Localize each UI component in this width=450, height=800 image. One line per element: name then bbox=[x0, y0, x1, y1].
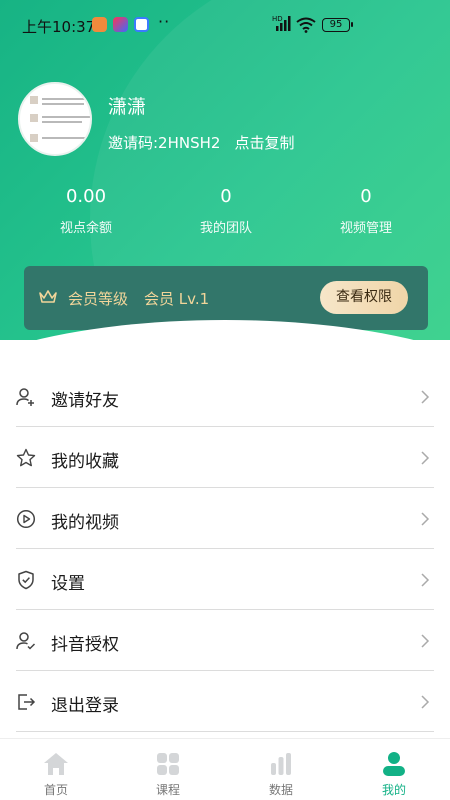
add-user-icon bbox=[16, 388, 34, 406]
chevron-right-icon bbox=[421, 695, 430, 709]
stat-label: 我的团队 bbox=[199, 221, 252, 236]
notification-app-icon bbox=[134, 17, 149, 32]
member-level-value: 会员 Lv.1 bbox=[144, 290, 210, 308]
chevron-right-icon bbox=[421, 573, 430, 587]
username: 潇潇 bbox=[108, 96, 147, 118]
chevron-right-icon bbox=[421, 512, 430, 526]
copy-invite-code-button[interactable]: 点击复制 bbox=[234, 134, 294, 152]
shield-check-icon bbox=[18, 570, 34, 590]
network-type: HD bbox=[272, 15, 283, 23]
play-circle-icon bbox=[16, 509, 36, 529]
stat-videos[interactable]: 0 视频管理 bbox=[296, 186, 436, 236]
more-notifications-icon: ·· bbox=[158, 12, 171, 31]
stat-value: 0 bbox=[360, 186, 372, 207]
menu-item-label: 抖音授权 bbox=[51, 635, 119, 655]
menu-item-label: 邀请好友 bbox=[51, 391, 119, 411]
avatar[interactable] bbox=[18, 82, 92, 156]
wifi-icon bbox=[296, 17, 316, 33]
bar-chart-icon bbox=[271, 753, 291, 775]
menu-item-douyin-auth[interactable]: 抖音授权 bbox=[16, 610, 434, 671]
menu-item-label: 我的视频 bbox=[51, 513, 119, 533]
notification-app-icon bbox=[92, 17, 107, 32]
member-level-label: 会员等级 bbox=[68, 290, 129, 308]
bottom-tab-bar: 首页 课程 数据 我的 bbox=[0, 738, 450, 800]
stat-value: 0.00 bbox=[65, 186, 107, 207]
chevron-right-icon bbox=[421, 390, 430, 404]
menu-item-label: 退出登录 bbox=[51, 696, 119, 716]
notification-app-icon bbox=[113, 17, 128, 32]
invite-code: 邀请码:2HNSH2 bbox=[108, 134, 221, 152]
star-icon bbox=[16, 448, 36, 467]
tab-label: 我的 bbox=[381, 783, 406, 797]
menu-item-favorites[interactable]: 我的收藏 bbox=[16, 427, 434, 488]
tab-mine[interactable]: 我的 bbox=[338, 739, 450, 800]
tab-data[interactable]: 数据 bbox=[225, 739, 337, 800]
status-bar: 上午10:37 ·· HD 95 bbox=[0, 0, 450, 52]
tab-label: 课程 bbox=[155, 783, 180, 797]
logout-icon bbox=[18, 694, 36, 710]
tab-label: 数据 bbox=[268, 783, 293, 797]
person-icon bbox=[383, 752, 405, 776]
signal-icon: HD bbox=[272, 15, 291, 31]
battery-indicator: 95 bbox=[322, 18, 353, 32]
home-icon bbox=[44, 753, 68, 775]
stat-label: 视频管理 bbox=[339, 221, 392, 236]
invite-code-row: 邀请码:2HNSH2 点击复制 bbox=[108, 132, 294, 153]
crown-icon bbox=[39, 290, 57, 303]
grid-icon bbox=[157, 753, 179, 775]
chevron-right-icon bbox=[421, 634, 430, 648]
stat-label: 视点余额 bbox=[59, 221, 112, 236]
tab-label: 首页 bbox=[43, 783, 68, 797]
profile-header: 上午10:37 ·· HD 95 潇潇 邀请码:2HNSH2 点击复制 0.00… bbox=[0, 0, 450, 340]
tab-home[interactable]: 首页 bbox=[0, 739, 112, 800]
settings-menu: 邀请好友 我的收藏 我的视频 设置 抖音授权 退出登录 bbox=[16, 366, 434, 732]
tab-courses[interactable]: 课程 bbox=[112, 739, 224, 800]
menu-item-my-videos[interactable]: 我的视频 bbox=[16, 488, 434, 549]
menu-item-label: 我的收藏 bbox=[51, 452, 119, 472]
status-time: 上午10:37 bbox=[22, 18, 96, 36]
view-rights-button[interactable]: 查看权限 bbox=[320, 281, 408, 314]
menu-item-settings[interactable]: 设置 bbox=[16, 549, 434, 610]
menu-item-logout[interactable]: 退出登录 bbox=[16, 671, 434, 732]
stat-value: 0 bbox=[220, 186, 232, 207]
menu-item-label: 设置 bbox=[51, 574, 85, 594]
menu-item-invite-friends[interactable]: 邀请好友 bbox=[16, 366, 434, 427]
stat-team[interactable]: 0 我的团队 bbox=[156, 186, 296, 236]
chevron-right-icon bbox=[421, 451, 430, 465]
user-check-icon bbox=[16, 632, 36, 650]
stat-balance[interactable]: 0.00 视点余额 bbox=[16, 186, 156, 236]
